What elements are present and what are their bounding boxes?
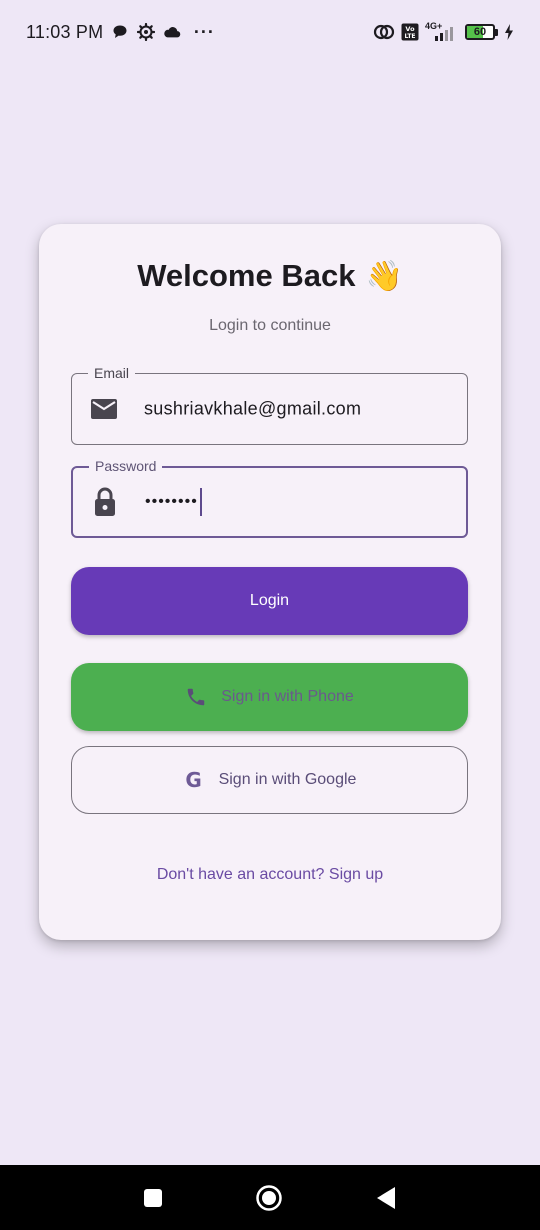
password-field[interactable]: Password ••••••••	[71, 457, 468, 538]
hotspot-icon	[373, 23, 395, 41]
password-label: Password	[89, 457, 163, 475]
subtitle: Login to continue	[209, 317, 331, 334]
system-nav-bar	[0, 1165, 540, 1230]
recent-apps-icon[interactable]	[143, 1188, 163, 1208]
google-button-label: Sign in with Google	[218, 771, 357, 788]
signup-link[interactable]: Don't have an account? Sign up	[0, 866, 540, 884]
chat-bubble-icon	[111, 23, 129, 41]
more-dots-icon: ···	[193, 21, 215, 42]
battery-level: 60	[473, 25, 487, 38]
waving-hand-icon: 👋	[365, 259, 403, 293]
signal-4g-icon: 4G+	[425, 21, 459, 43]
google-signin-button[interactable]: G Sign in with Google	[71, 746, 468, 814]
gear-icon	[137, 23, 156, 41]
svg-text:LTE: LTE	[404, 33, 415, 40]
lock-icon	[91, 487, 119, 516]
svg-text:Vo: Vo	[405, 25, 415, 33]
phone-signin-button[interactable]: Sign in with Phone	[71, 663, 468, 731]
charging-icon	[504, 24, 514, 40]
battery-icon: 60	[465, 24, 498, 40]
email-label: Email	[88, 364, 136, 382]
password-value: ••••••••	[145, 493, 198, 510]
cloud-icon	[163, 23, 181, 41]
status-right: Vo LTE 4G+ 60	[373, 21, 514, 43]
google-g-icon: G	[185, 768, 202, 792]
mail-icon	[90, 395, 118, 423]
phone-icon	[185, 686, 207, 708]
password-value-wrap: ••••••••	[145, 488, 202, 516]
email-field[interactable]: Email sushriavkhale@gmail.com	[71, 364, 468, 445]
home-icon[interactable]	[255, 1184, 283, 1212]
email-value: sushriavkhale@gmail.com	[144, 398, 362, 419]
title-text: Welcome Back	[137, 258, 356, 293]
status-bar: 11:03 PM ··· Vo LTE 4G+ 60	[0, 0, 540, 64]
volte-icon: Vo LTE	[401, 23, 419, 41]
login-button[interactable]: Login	[71, 567, 468, 635]
login-button-label: Login	[249, 592, 290, 609]
status-left: 11:03 PM ···	[26, 21, 215, 43]
phone-button-label: Sign in with Phone	[221, 688, 354, 705]
text-cursor	[199, 488, 202, 516]
status-time: 11:03 PM	[26, 21, 104, 42]
page-title: Welcome Back 👋	[0, 258, 540, 294]
back-icon[interactable]	[376, 1186, 396, 1210]
